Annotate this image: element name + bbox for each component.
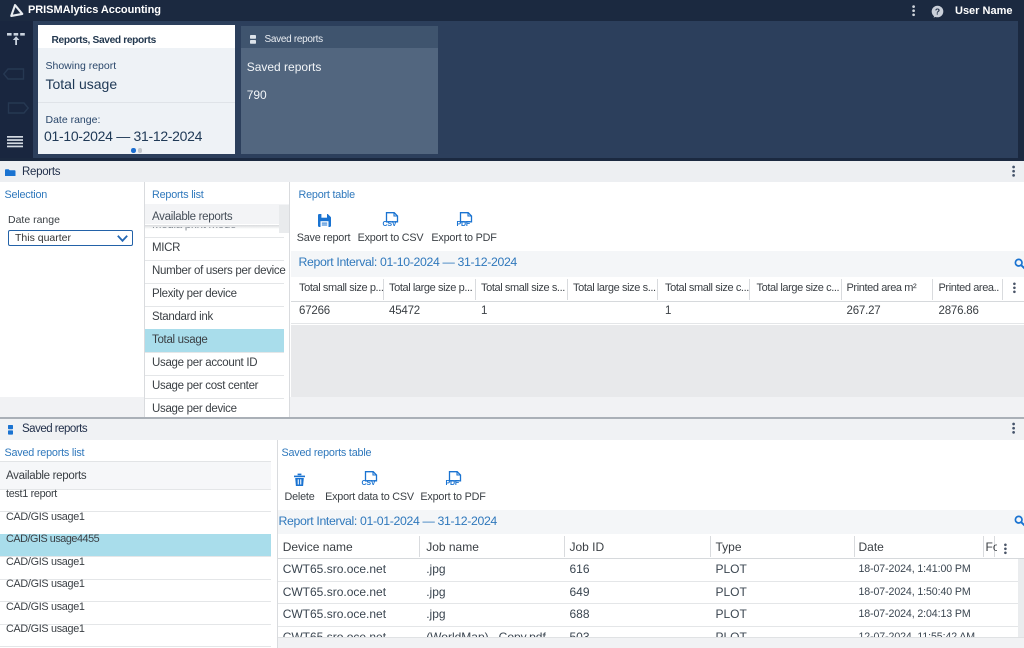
- svg-text:PDF: PDF: [445, 480, 459, 486]
- svg-text:?: ?: [935, 6, 940, 16]
- svg-text:CSV: CSV: [383, 221, 397, 227]
- svg-text:PDF: PDF: [456, 221, 470, 227]
- svg-text:CSV: CSV: [362, 480, 376, 486]
